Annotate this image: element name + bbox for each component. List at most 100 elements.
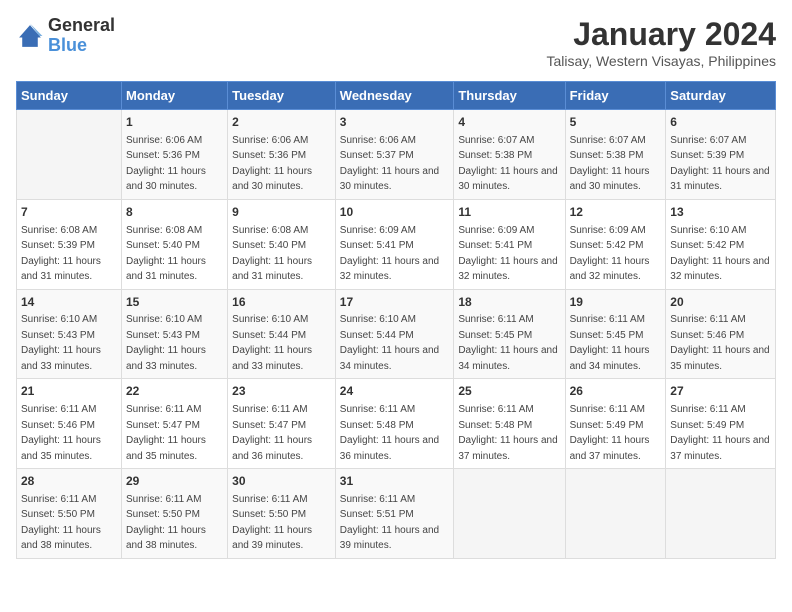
- calendar-cell: 25 Sunrise: 6:11 AMSunset: 5:48 PMDaylig…: [454, 379, 565, 469]
- cell-info: Sunrise: 6:10 AMSunset: 5:43 PMDaylight:…: [21, 314, 101, 372]
- day-number: 2: [232, 114, 331, 131]
- calendar-cell: [17, 110, 122, 200]
- cell-info: Sunrise: 6:08 AMSunset: 5:39 PMDaylight:…: [21, 225, 101, 283]
- day-number: 6: [670, 114, 771, 131]
- day-number: 24: [340, 383, 450, 400]
- cell-info: Sunrise: 6:11 AMSunset: 5:46 PMDaylight:…: [21, 404, 101, 462]
- day-number: 26: [570, 383, 662, 400]
- cell-info: Sunrise: 6:11 AMSunset: 5:47 PMDaylight:…: [126, 404, 206, 462]
- cell-info: Sunrise: 6:11 AMSunset: 5:45 PMDaylight:…: [458, 314, 557, 372]
- logo-icon: [16, 22, 44, 50]
- cell-info: Sunrise: 6:08 AMSunset: 5:40 PMDaylight:…: [126, 225, 206, 283]
- day-number: 31: [340, 473, 450, 490]
- calendar-cell: 26 Sunrise: 6:11 AMSunset: 5:49 PMDaylig…: [565, 379, 666, 469]
- cell-info: Sunrise: 6:11 AMSunset: 5:51 PMDaylight:…: [340, 494, 439, 552]
- header: General Blue January 2024 Talisay, Weste…: [16, 16, 776, 69]
- calendar-cell: 27 Sunrise: 6:11 AMSunset: 5:49 PMDaylig…: [666, 379, 776, 469]
- day-number: 5: [570, 114, 662, 131]
- calendar-cell: 24 Sunrise: 6:11 AMSunset: 5:48 PMDaylig…: [335, 379, 454, 469]
- calendar-cell: 9 Sunrise: 6:08 AMSunset: 5:40 PMDayligh…: [228, 199, 336, 289]
- calendar-cell: 12 Sunrise: 6:09 AMSunset: 5:42 PMDaylig…: [565, 199, 666, 289]
- cell-info: Sunrise: 6:10 AMSunset: 5:44 PMDaylight:…: [232, 314, 312, 372]
- day-number: 18: [458, 294, 560, 311]
- cell-info: Sunrise: 6:11 AMSunset: 5:50 PMDaylight:…: [126, 494, 206, 552]
- calendar-cell: 6 Sunrise: 6:07 AMSunset: 5:39 PMDayligh…: [666, 110, 776, 200]
- calendar-cell: 22 Sunrise: 6:11 AMSunset: 5:47 PMDaylig…: [122, 379, 228, 469]
- calendar-cell: 30 Sunrise: 6:11 AMSunset: 5:50 PMDaylig…: [228, 469, 336, 559]
- calendar-cell: 3 Sunrise: 6:06 AMSunset: 5:37 PMDayligh…: [335, 110, 454, 200]
- day-number: 13: [670, 204, 771, 221]
- calendar-cell: 15 Sunrise: 6:10 AMSunset: 5:43 PMDaylig…: [122, 289, 228, 379]
- header-day-friday: Friday: [565, 82, 666, 110]
- logo-general: General: [48, 15, 115, 35]
- header-day-thursday: Thursday: [454, 82, 565, 110]
- calendar-cell: [666, 469, 776, 559]
- calendar-cell: [454, 469, 565, 559]
- subtitle: Talisay, Western Visayas, Philippines: [546, 53, 776, 69]
- calendar-cell: 18 Sunrise: 6:11 AMSunset: 5:45 PMDaylig…: [454, 289, 565, 379]
- day-number: 23: [232, 383, 331, 400]
- day-number: 11: [458, 204, 560, 221]
- cell-info: Sunrise: 6:10 AMSunset: 5:42 PMDaylight:…: [670, 225, 769, 283]
- calendar-cell: [565, 469, 666, 559]
- calendar-cell: 14 Sunrise: 6:10 AMSunset: 5:43 PMDaylig…: [17, 289, 122, 379]
- cell-info: Sunrise: 6:06 AMSunset: 5:37 PMDaylight:…: [340, 135, 439, 193]
- calendar-cell: 17 Sunrise: 6:10 AMSunset: 5:44 PMDaylig…: [335, 289, 454, 379]
- day-number: 9: [232, 204, 331, 221]
- calendar-cell: 5 Sunrise: 6:07 AMSunset: 5:38 PMDayligh…: [565, 110, 666, 200]
- cell-info: Sunrise: 6:08 AMSunset: 5:40 PMDaylight:…: [232, 225, 312, 283]
- cell-info: Sunrise: 6:11 AMSunset: 5:48 PMDaylight:…: [458, 404, 557, 462]
- day-number: 8: [126, 204, 223, 221]
- calendar-cell: 10 Sunrise: 6:09 AMSunset: 5:41 PMDaylig…: [335, 199, 454, 289]
- cell-info: Sunrise: 6:11 AMSunset: 5:49 PMDaylight:…: [670, 404, 769, 462]
- cell-info: Sunrise: 6:06 AMSunset: 5:36 PMDaylight:…: [126, 135, 206, 193]
- cell-info: Sunrise: 6:11 AMSunset: 5:46 PMDaylight:…: [670, 314, 769, 372]
- day-number: 21: [21, 383, 117, 400]
- header-day-saturday: Saturday: [666, 82, 776, 110]
- day-number: 14: [21, 294, 117, 311]
- header-row: SundayMondayTuesdayWednesdayThursdayFrid…: [17, 82, 776, 110]
- cell-info: Sunrise: 6:07 AMSunset: 5:39 PMDaylight:…: [670, 135, 769, 193]
- cell-info: Sunrise: 6:11 AMSunset: 5:45 PMDaylight:…: [570, 314, 650, 372]
- day-number: 22: [126, 383, 223, 400]
- calendar-cell: 23 Sunrise: 6:11 AMSunset: 5:47 PMDaylig…: [228, 379, 336, 469]
- week-row-1: 7 Sunrise: 6:08 AMSunset: 5:39 PMDayligh…: [17, 199, 776, 289]
- logo-blue: Blue: [48, 35, 87, 55]
- calendar-cell: 28 Sunrise: 6:11 AMSunset: 5:50 PMDaylig…: [17, 469, 122, 559]
- day-number: 27: [670, 383, 771, 400]
- cell-info: Sunrise: 6:07 AMSunset: 5:38 PMDaylight:…: [458, 135, 557, 193]
- day-number: 12: [570, 204, 662, 221]
- day-number: 28: [21, 473, 117, 490]
- calendar-cell: 29 Sunrise: 6:11 AMSunset: 5:50 PMDaylig…: [122, 469, 228, 559]
- cell-info: Sunrise: 6:07 AMSunset: 5:38 PMDaylight:…: [570, 135, 650, 193]
- day-number: 25: [458, 383, 560, 400]
- day-number: 10: [340, 204, 450, 221]
- calendar-cell: 16 Sunrise: 6:10 AMSunset: 5:44 PMDaylig…: [228, 289, 336, 379]
- day-number: 17: [340, 294, 450, 311]
- calendar-cell: 20 Sunrise: 6:11 AMSunset: 5:46 PMDaylig…: [666, 289, 776, 379]
- calendar-cell: 4 Sunrise: 6:07 AMSunset: 5:38 PMDayligh…: [454, 110, 565, 200]
- cell-info: Sunrise: 6:09 AMSunset: 5:42 PMDaylight:…: [570, 225, 650, 283]
- header-day-monday: Monday: [122, 82, 228, 110]
- main-title: January 2024: [546, 16, 776, 53]
- cell-info: Sunrise: 6:11 AMSunset: 5:47 PMDaylight:…: [232, 404, 312, 462]
- cell-info: Sunrise: 6:09 AMSunset: 5:41 PMDaylight:…: [340, 225, 439, 283]
- logo-text: General Blue: [48, 16, 115, 56]
- day-number: 19: [570, 294, 662, 311]
- calendar-cell: 7 Sunrise: 6:08 AMSunset: 5:39 PMDayligh…: [17, 199, 122, 289]
- title-area: January 2024 Talisay, Western Visayas, P…: [546, 16, 776, 69]
- calendar-cell: 21 Sunrise: 6:11 AMSunset: 5:46 PMDaylig…: [17, 379, 122, 469]
- week-row-0: 1 Sunrise: 6:06 AMSunset: 5:36 PMDayligh…: [17, 110, 776, 200]
- header-day-sunday: Sunday: [17, 82, 122, 110]
- day-number: 16: [232, 294, 331, 311]
- day-number: 29: [126, 473, 223, 490]
- cell-info: Sunrise: 6:11 AMSunset: 5:48 PMDaylight:…: [340, 404, 439, 462]
- calendar-cell: 19 Sunrise: 6:11 AMSunset: 5:45 PMDaylig…: [565, 289, 666, 379]
- cell-info: Sunrise: 6:10 AMSunset: 5:43 PMDaylight:…: [126, 314, 206, 372]
- calendar-cell: 13 Sunrise: 6:10 AMSunset: 5:42 PMDaylig…: [666, 199, 776, 289]
- logo: General Blue: [16, 16, 115, 56]
- cell-info: Sunrise: 6:10 AMSunset: 5:44 PMDaylight:…: [340, 314, 439, 372]
- calendar-cell: 8 Sunrise: 6:08 AMSunset: 5:40 PMDayligh…: [122, 199, 228, 289]
- calendar-cell: 11 Sunrise: 6:09 AMSunset: 5:41 PMDaylig…: [454, 199, 565, 289]
- header-day-wednesday: Wednesday: [335, 82, 454, 110]
